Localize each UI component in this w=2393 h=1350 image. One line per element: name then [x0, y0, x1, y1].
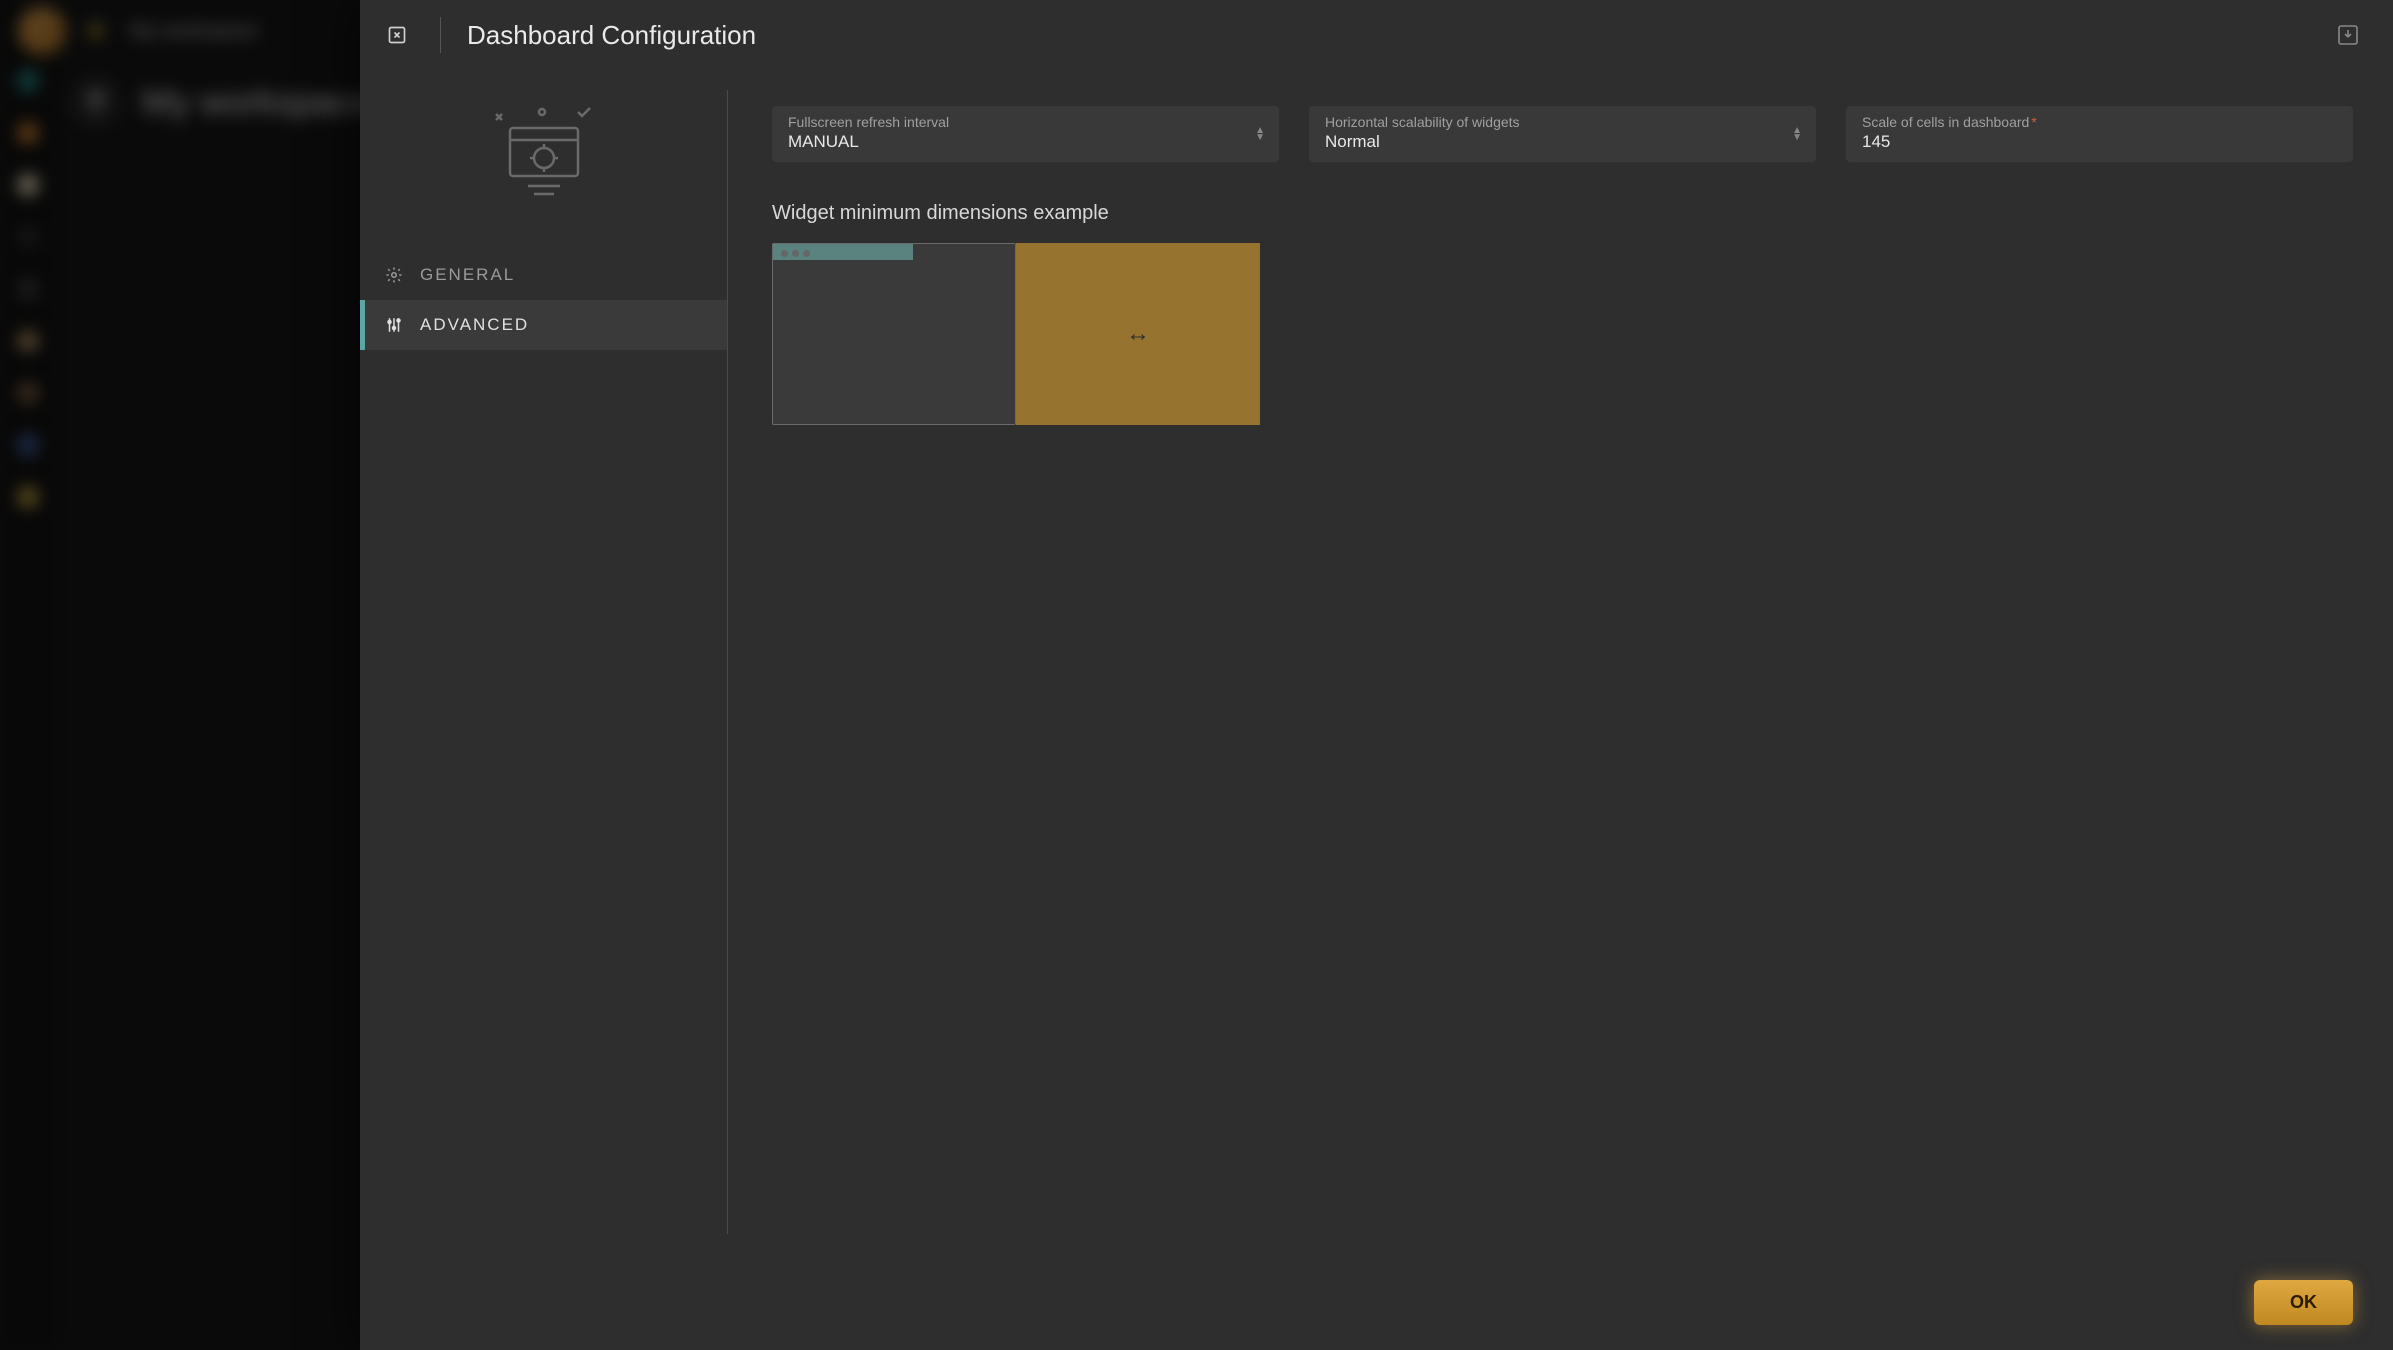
fullscreen-refresh-select[interactable]: Fullscreen refresh interval MANUAL ▲▼ — [772, 106, 1279, 162]
ok-button[interactable]: OK — [2254, 1280, 2353, 1325]
horizontal-scalability-select[interactable]: Horizontal scalability of widgets Normal… — [1309, 106, 1816, 162]
preview-extend-area: ↔ — [1016, 243, 1260, 425]
save-to-disk-icon[interactable] — [2333, 20, 2363, 50]
field-value: MANUAL — [788, 132, 1263, 152]
nav-tab-advanced[interactable]: Advanced — [360, 300, 728, 350]
divider — [727, 90, 728, 1234]
scale-of-cells-field[interactable]: Scale of cells in dashboard* — [1846, 106, 2353, 162]
nav-tab-general[interactable]: General — [360, 250, 728, 300]
divider — [440, 17, 441, 53]
sliders-icon — [384, 315, 404, 335]
section-title: Widget minimum dimensions example — [772, 202, 2353, 225]
preview-widget-box — [772, 243, 1016, 425]
close-button[interactable] — [380, 18, 414, 52]
preview-widget-dots — [781, 250, 810, 257]
widget-dimensions-preview: ↔ — [772, 243, 1260, 425]
field-value: Normal — [1325, 132, 1800, 152]
modal-title: Dashboard Configuration — [467, 20, 756, 51]
modal-content: Fullscreen refresh interval MANUAL ▲▼ Ho… — [728, 70, 2393, 1254]
field-label: Fullscreen refresh interval — [788, 114, 1263, 130]
dropdown-caret-icon: ▲▼ — [1255, 127, 1265, 141]
modal-side-nav: General Advanced — [360, 70, 728, 1254]
horizontal-arrows-icon: ↔ — [1126, 320, 1150, 348]
config-illustration-icon — [360, 70, 728, 250]
field-label: Scale of cells in dashboard* — [1862, 114, 2337, 130]
modal-header: Dashboard Configuration — [360, 0, 2393, 70]
scale-input[interactable] — [1862, 132, 2337, 152]
nav-label: Advanced — [420, 315, 529, 335]
nav-label: General — [420, 265, 515, 285]
field-label: Horizontal scalability of widgets — [1325, 114, 1800, 130]
modal-footer: OK — [360, 1254, 2393, 1350]
gear-icon — [384, 265, 404, 285]
dropdown-caret-icon: ▲▼ — [1792, 127, 1802, 141]
dashboard-config-modal: Dashboard Configuration — [360, 0, 2393, 1350]
